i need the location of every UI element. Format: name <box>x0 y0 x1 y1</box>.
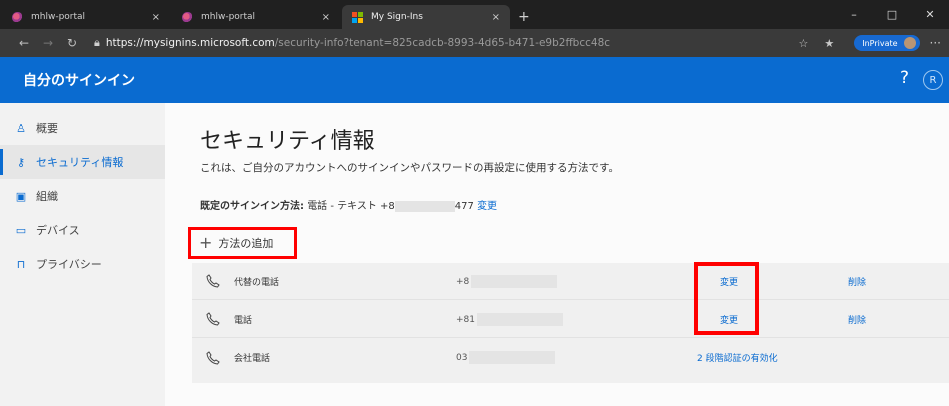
method-name: 会社電話 <box>234 354 271 364</box>
favorite-star-icon[interactable]: ☆ <box>798 37 808 50</box>
url-scheme: https:// <box>105 37 144 49</box>
url-path: /security-info?tenant=825cadcb-8993-4d65… <box>274 37 611 49</box>
new-tab-button[interactable]: + <box>518 5 530 29</box>
method-value: +8 <box>456 274 558 288</box>
mhlw-icon <box>12 11 23 23</box>
browser-tab-active[interactable]: My Sign-Ins × <box>342 5 510 29</box>
phone-icon <box>206 274 220 288</box>
redacted-number <box>471 274 558 288</box>
add-method-button[interactable]: + 方法の追加 <box>188 227 297 259</box>
tab-title: mhlw-portal <box>201 12 256 22</box>
sidebar-item-organizations[interactable]: ▣ 組織 <box>0 179 165 213</box>
minimize-button[interactable]: – <box>835 0 873 29</box>
phone-icon <box>206 350 220 365</box>
padlock-icon[interactable]: 🔒︎ <box>94 36 100 50</box>
method-value: 03 <box>456 351 556 364</box>
help-icon[interactable]: ? <box>900 68 909 88</box>
close-tab-icon[interactable]: × <box>492 12 500 23</box>
forward-arrow-icon[interactable]: → <box>36 36 60 50</box>
key-person-icon: ⚷ <box>16 155 26 169</box>
back-arrow-icon[interactable]: ← <box>12 36 36 50</box>
window-controls: – □ ✕ <box>835 0 949 29</box>
default-signin-value-suffix: 477 <box>454 201 474 212</box>
mhlw-icon <box>182 11 193 23</box>
redacted-number <box>477 312 563 326</box>
sidebar-item-label: 組織 <box>36 190 58 203</box>
sidebar-item-label: 概要 <box>36 122 58 135</box>
sidebar-item-devices[interactable]: ▭ デバイス <box>0 213 165 247</box>
default-signin-label: 既定のサインイン方法: <box>200 201 304 212</box>
sidebar-item-privacy[interactable]: ⊓ プライバシー <box>0 247 165 281</box>
inprivate-badge[interactable]: InPrivate <box>854 35 920 51</box>
profile-avatar <box>903 37 916 49</box>
person-icon: ♙ <box>16 121 26 135</box>
default-signin-value: 電話 - テキスト +8 <box>307 201 395 212</box>
page-title: セキュリティ情報 <box>200 129 375 154</box>
method-name: 代替の電話 <box>234 277 280 288</box>
favorites-list-icon[interactable]: ★ <box>824 37 834 50</box>
sidebar-item-label: デバイス <box>36 224 80 237</box>
method-name: 電話 <box>234 315 253 326</box>
close-tab-icon[interactable]: × <box>322 12 330 23</box>
tab-strip: mhlw-portal × mhlw-portal × My Sign-Ins … <box>0 0 949 29</box>
address-bar[interactable]: https://mysignins.microsoft.com/security… <box>106 37 610 49</box>
more-menu-icon[interactable]: ··· <box>930 36 941 50</box>
laptop-icon: ▭ <box>15 223 27 237</box>
browser-tab[interactable]: mhlw-portal × <box>172 5 340 29</box>
user-avatar[interactable]: R <box>923 70 943 90</box>
microsoft-icon <box>352 11 363 23</box>
method-value-prefix: +8 <box>456 276 470 287</box>
browser-window: mhlw-portal × mhlw-portal × My Sign-Ins … <box>0 0 949 406</box>
tab-title: mhlw-portal <box>31 12 86 22</box>
add-method-label: 方法の追加 <box>218 237 274 250</box>
app-title[interactable]: 自分のサインイン <box>23 70 135 90</box>
method-row-office-phone: 会社電話 03 2 段階認証の有効化 <box>192 339 949 376</box>
url-host: mysignins.microsoft.com <box>143 37 275 49</box>
highlight-box <box>694 262 759 335</box>
lock-icon: ⊓ <box>16 257 26 271</box>
methods-list: 代替の電話 +8 変更 削除 電話 +81 変更 削除 会社電話 03 2 段階… <box>192 263 949 383</box>
page-description: これは、ご自分のアカウントへのサインインやパスワードの再設定に使用する方法です。 <box>200 162 619 174</box>
toolbar-right: ☆ ★ InPrivate ··· <box>798 29 941 57</box>
method-value-prefix: +81 <box>456 314 475 325</box>
sidebar-item-label: セキュリティ情報 <box>36 156 124 169</box>
enable-2fa-link[interactable]: 2 段階認証の有効化 <box>697 351 778 364</box>
delete-method-link[interactable]: 削除 <box>848 275 866 288</box>
method-value: +81 <box>456 312 563 326</box>
close-window-button[interactable]: ✕ <box>911 0 949 29</box>
browser-tab[interactable]: mhlw-portal × <box>2 5 170 29</box>
inprivate-label: InPrivate <box>862 38 898 48</box>
main-content: セキュリティ情報 これは、ご自分のアカウントへのサインインやパスワードの再設定に… <box>165 103 949 406</box>
sidebar-item-security-info[interactable]: ⚷ セキュリティ情報 <box>0 145 165 179</box>
method-row-phone: 電話 +81 変更 削除 <box>192 301 949 338</box>
refresh-icon[interactable]: ↻ <box>60 36 84 50</box>
default-signin-method: 既定のサインイン方法: 電話 - テキスト +8 477 変更 <box>200 197 497 212</box>
delete-method-link[interactable]: 削除 <box>848 313 866 326</box>
plus-icon: + <box>199 233 213 252</box>
close-tab-icon[interactable]: × <box>152 12 160 23</box>
sidebar-item-overview[interactable]: ♙ 概要 <box>0 111 165 145</box>
method-value-prefix: 03 <box>456 353 468 363</box>
method-row-alternate-phone: 代替の電話 +8 変更 削除 <box>192 263 949 300</box>
tab-title: My Sign-Ins <box>371 12 423 22</box>
briefcase-icon: ▣ <box>15 189 27 203</box>
sidebar: ♙ 概要 ⚷ セキュリティ情報 ▣ 組織 ▭ デバイス ⊓ プライバシー <box>0 103 165 406</box>
change-default-link[interactable]: 変更 <box>477 201 497 212</box>
redacted-number <box>394 200 455 212</box>
phone-icon <box>206 312 220 326</box>
browser-toolbar: ← → ↻ 🔒︎ https://mysignins.microsoft.com… <box>0 29 949 57</box>
app-header: 自分のサインイン ? R <box>0 57 949 103</box>
redacted-number <box>469 351 556 364</box>
maximize-button[interactable]: □ <box>873 0 911 29</box>
sidebar-item-label: プライバシー <box>36 258 102 271</box>
